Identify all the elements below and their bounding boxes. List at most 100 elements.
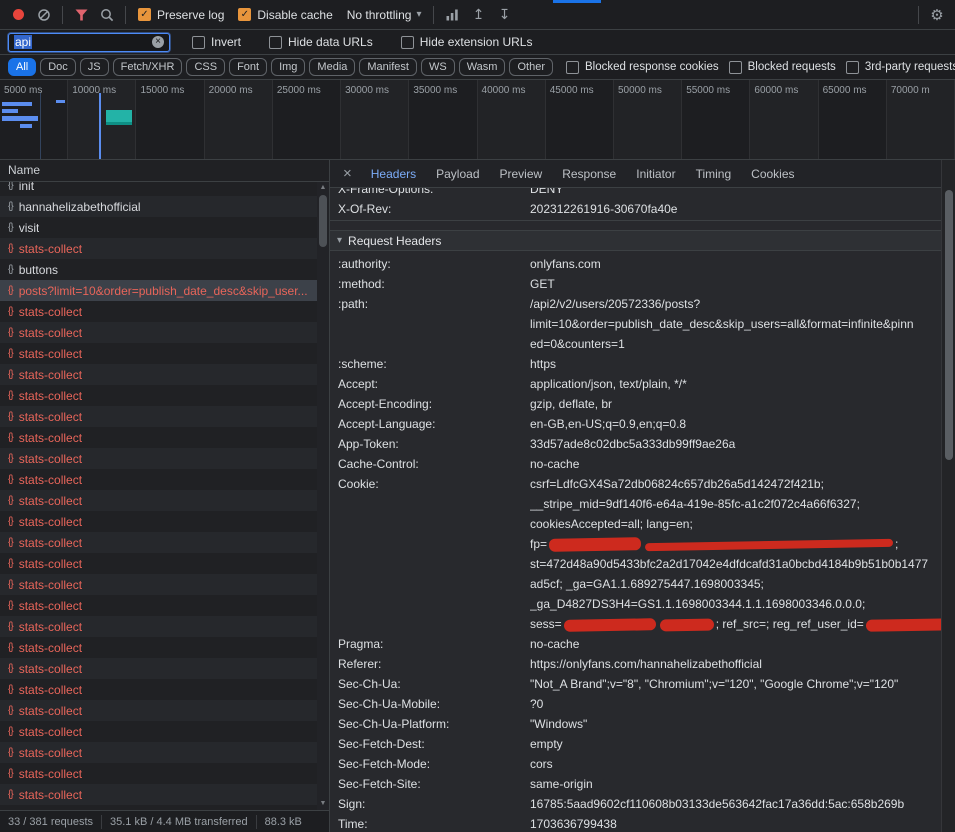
request-row[interactable]: {}stats-collect: [0, 469, 329, 490]
request-row[interactable]: {}stats-collect: [0, 721, 329, 742]
request-row[interactable]: {}stats-collect: [0, 364, 329, 385]
request-row[interactable]: {}stats-collect: [0, 427, 329, 448]
settings-button[interactable]: ⚙: [925, 3, 949, 27]
clear-filter-icon[interactable]: ×: [152, 36, 164, 48]
invert-checkbox[interactable]: Invert: [192, 35, 241, 49]
search-button[interactable]: [95, 3, 119, 27]
timeline-tick-label: 25000 ms: [277, 85, 321, 96]
blocked-requests-checkbox[interactable]: Blocked requests: [729, 61, 836, 74]
header-value-line: _ga_D4827DS3H4=GS1.1.1698003344.1.1.1698…: [530, 594, 941, 614]
waterfall-bar: [2, 116, 38, 121]
close-details-icon[interactable]: ×: [330, 165, 361, 182]
waterfall-bar: [2, 102, 32, 106]
clear-icon: [37, 8, 51, 22]
blocked-response-cookies-checkbox[interactable]: Blocked response cookies: [566, 61, 719, 74]
type-filter-css[interactable]: CSS: [186, 58, 225, 76]
request-name: stats-collect: [19, 767, 82, 781]
request-row[interactable]: {}stats-collect: [0, 742, 329, 763]
header-row: X-Of-Rev: 202312261916-30670fa40e: [330, 199, 941, 219]
type-filter-media[interactable]: Media: [309, 58, 355, 76]
request-row[interactable]: {}stats-collect: [0, 322, 329, 343]
request-row[interactable]: {}stats-collect: [0, 574, 329, 595]
request-row[interactable]: {}stats-collect: [0, 637, 329, 658]
request-row[interactable]: {}stats-collect: [0, 700, 329, 721]
tab-timing[interactable]: Timing: [686, 160, 742, 188]
type-filter-fetch-xhr[interactable]: Fetch/XHR: [113, 58, 183, 76]
scroll-up-icon[interactable]: ▲: [320, 183, 327, 193]
type-filter-wasm[interactable]: Wasm: [459, 58, 506, 76]
network-filter-input[interactable]: api ×: [8, 33, 170, 52]
headers-content: X-Frame-Options: DENY X-Of-Rev: 20231226…: [330, 188, 955, 832]
request-row[interactable]: {}stats-collect: [0, 616, 329, 637]
type-filter-other[interactable]: Other: [509, 58, 553, 76]
details-scrollbar-thumb[interactable]: [945, 190, 953, 460]
request-row[interactable]: {}buttons: [0, 259, 329, 280]
request-row[interactable]: {}stats-collect: [0, 238, 329, 259]
toolbar-separator: [125, 6, 126, 24]
network-conditions-button[interactable]: [440, 3, 464, 27]
type-filter-js[interactable]: JS: [80, 58, 109, 76]
3rd-party-requests-checkbox[interactable]: 3rd-party requests: [846, 61, 955, 74]
export-har-button[interactable]: ↧: [492, 3, 516, 27]
request-list-scrollbar[interactable]: ▲ ▼: [317, 182, 329, 810]
scroll-down-icon[interactable]: ▼: [320, 799, 327, 809]
tab-cookies[interactable]: Cookies: [741, 160, 804, 188]
timeline-tick-label: 35000 ms: [413, 85, 457, 96]
checkbox-label: Blocked response cookies: [585, 61, 719, 73]
name-column-header[interactable]: Name: [0, 160, 329, 182]
throttling-select[interactable]: No throttling ▾: [341, 6, 428, 24]
filter-toggle-button[interactable]: [69, 3, 93, 27]
timeline-overview[interactable]: 5000 ms10000 ms15000 ms20000 ms25000 ms3…: [0, 80, 955, 160]
timeline-column: 40000 ms: [478, 80, 546, 159]
request-headers-section-header[interactable]: ▾ Request Headers: [330, 230, 941, 251]
header-value-line: ed=0&counters=1: [530, 334, 941, 354]
clear-network-log-button[interactable]: [32, 3, 56, 27]
request-row[interactable]: {}stats-collect: [0, 301, 329, 322]
tab-payload[interactable]: Payload: [426, 160, 489, 188]
request-row[interactable]: {}visit: [0, 217, 329, 238]
request-row[interactable]: {}stats-collect: [0, 532, 329, 553]
header-row: X-Frame-Options: DENY: [330, 188, 941, 199]
record-button[interactable]: [6, 3, 30, 27]
request-row[interactable]: {}stats-collect: [0, 448, 329, 469]
request-row[interactable]: {}stats-collect: [0, 511, 329, 532]
details-scrollbar[interactable]: [941, 160, 955, 832]
type-filter-manifest[interactable]: Manifest: [359, 58, 417, 76]
type-filter-ws[interactable]: WS: [421, 58, 455, 76]
request-row[interactable]: {}posts?limit=10&order=publish_date_desc…: [0, 280, 329, 301]
scrollbar-thumb[interactable]: [319, 195, 327, 247]
request-row[interactable]: {}stats-collect: [0, 490, 329, 511]
header-name: Time:: [330, 814, 530, 832]
header-name: App-Token:: [330, 434, 530, 454]
request-row[interactable]: {}stats-collect: [0, 343, 329, 364]
hide-data-urls-checkbox[interactable]: Hide data URLs: [269, 35, 373, 49]
request-row[interactable]: {}stats-collect: [0, 679, 329, 700]
request-row[interactable]: {}stats-collect: [0, 595, 329, 616]
request-row[interactable]: {}hannahelizabethofficial: [0, 196, 329, 217]
request-row[interactable]: {}init: [0, 182, 329, 196]
request-row[interactable]: {}stats-collect: [0, 385, 329, 406]
import-har-button[interactable]: ↥: [466, 3, 490, 27]
hide-extension-urls-checkbox[interactable]: Hide extension URLs: [401, 35, 533, 49]
request-row[interactable]: {}stats-collect: [0, 406, 329, 427]
preserve-log-checkbox[interactable]: Preserve log: [138, 8, 224, 22]
tab-headers[interactable]: Headers: [361, 160, 426, 188]
header-value-line: csrf=LdfcGX4Sa72db06824c657db26a5d142472…: [530, 474, 941, 494]
timeline-tick-label: 15000 ms: [140, 85, 184, 96]
json-request-icon: {}: [8, 411, 13, 422]
disable-cache-checkbox[interactable]: Disable cache: [238, 8, 332, 22]
type-filter-all[interactable]: All: [8, 58, 36, 76]
tab-response[interactable]: Response: [552, 160, 626, 188]
request-row[interactable]: {}stats-collect: [0, 784, 329, 805]
tab-initiator[interactable]: Initiator: [626, 160, 685, 188]
type-filter-img[interactable]: Img: [271, 58, 305, 76]
json-request-icon: {}: [8, 516, 13, 527]
timeline-selection-line[interactable]: [99, 93, 101, 159]
type-filter-doc[interactable]: Doc: [40, 58, 76, 76]
tab-preview[interactable]: Preview: [490, 160, 553, 188]
request-row[interactable]: {}stats-collect: [0, 553, 329, 574]
type-filter-font[interactable]: Font: [229, 58, 267, 76]
request-row[interactable]: {}stats-collect: [0, 658, 329, 679]
request-row[interactable]: {}stats-collect: [0, 763, 329, 784]
header-value-line: limit=10&order=publish_date_desc&skip_us…: [530, 314, 941, 334]
